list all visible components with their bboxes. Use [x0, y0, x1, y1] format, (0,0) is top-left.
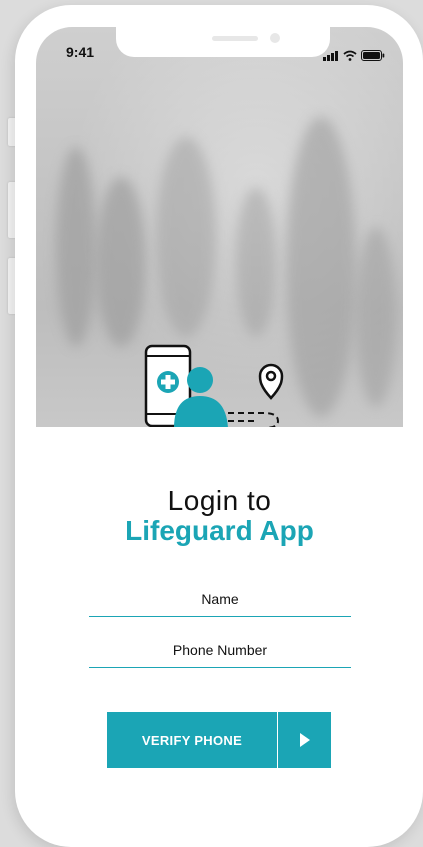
- notch: [116, 27, 330, 57]
- name-input[interactable]: [89, 590, 351, 608]
- login-title: Login to: [167, 485, 272, 516]
- phone-user-location-illustration: [144, 344, 284, 427]
- wifi-icon: [343, 50, 357, 61]
- phone-screen: 9:41 Login to Lifeguard App Name Phone N…: [36, 27, 403, 827]
- phone-number-field[interactable]: [89, 633, 351, 668]
- cellular-signal-icon: [323, 43, 339, 61]
- speaker: [212, 36, 258, 41]
- camera: [270, 33, 280, 43]
- status-icons: [323, 43, 385, 61]
- play-arrow-icon: [278, 712, 331, 768]
- verify-phone-label: VERIFY PHONE: [107, 712, 278, 768]
- status-time: 9:41: [66, 44, 95, 60]
- battery-icon: [361, 50, 385, 61]
- phone-number-input[interactable]: [89, 641, 351, 659]
- background-photo: 9:41: [36, 27, 403, 427]
- app-name-title: Lifeguard App: [125, 515, 314, 546]
- name-field[interactable]: [89, 582, 351, 617]
- verify-phone-button[interactable]: VERIFY PHONE: [107, 712, 331, 768]
